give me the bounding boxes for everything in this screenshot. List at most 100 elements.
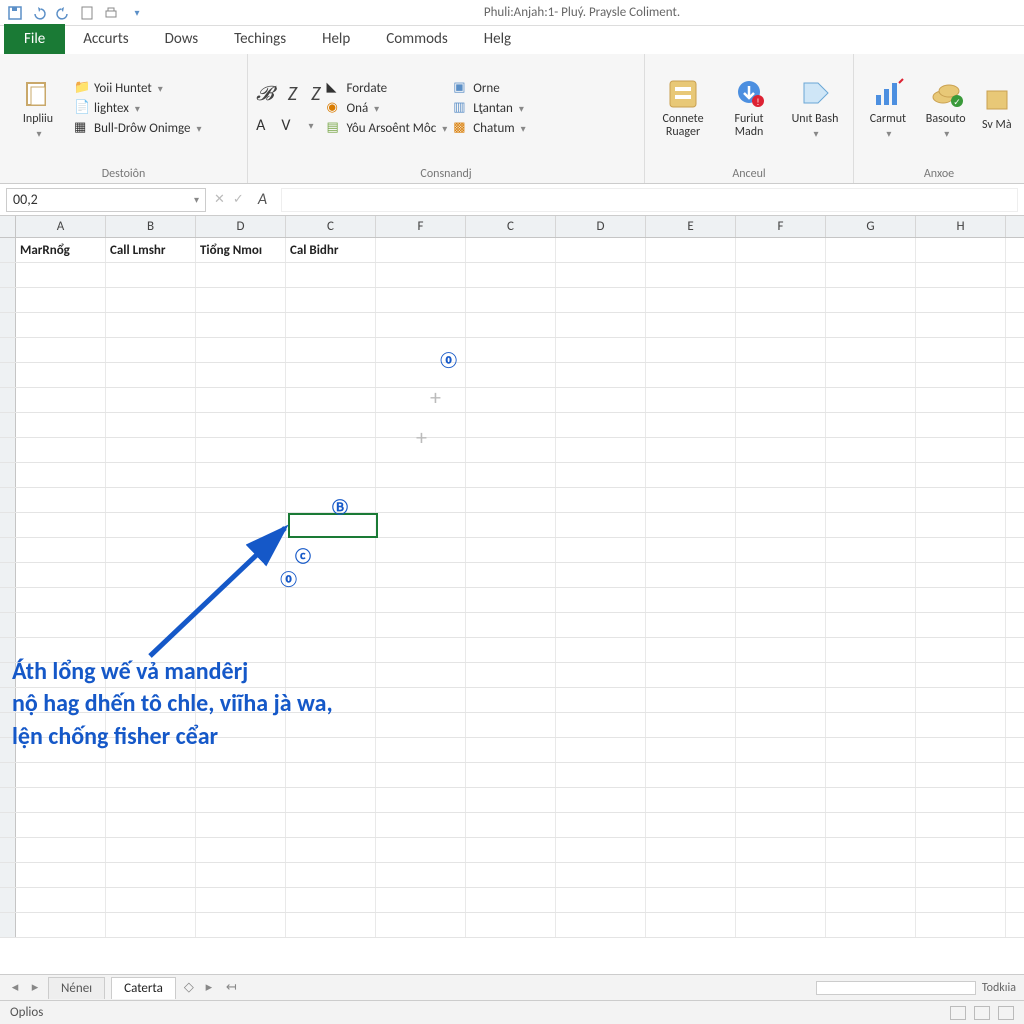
col-header[interactable]: D [556,216,646,237]
cell[interactable]: Cal Bidhr [286,238,376,262]
unitbash-button[interactable]: Unıt Bash ▾ [785,58,845,158]
view-normal-icon[interactable] [950,1006,966,1020]
cell[interactable] [916,363,1006,387]
row-header[interactable] [0,313,16,337]
cell[interactable] [736,363,826,387]
cell[interactable] [826,913,916,937]
col-header[interactable]: E [646,216,736,237]
cell[interactable] [376,838,466,862]
col-header[interactable]: A [16,216,106,237]
tab-techings[interactable]: Techings [216,24,304,54]
cell[interactable] [826,888,916,912]
tab-file[interactable]: File [4,24,65,54]
col-header[interactable]: H [916,216,1006,237]
inpliiu-button[interactable]: Inpliiu ▾ [8,58,68,158]
worksheet[interactable]: A B D C F C D E F G H MarRnổgCall LmshrT… [0,216,1024,976]
cell[interactable] [376,463,466,487]
cell[interactable] [916,588,1006,612]
cell[interactable] [376,513,466,537]
cell[interactable] [736,638,826,662]
tab-dows[interactable]: Dows [147,24,217,54]
cell[interactable] [466,438,556,462]
row-header[interactable] [0,763,16,787]
cell[interactable] [646,788,736,812]
cell[interactable] [106,313,196,337]
row-header[interactable] [0,613,16,637]
cell[interactable] [646,538,736,562]
cell[interactable] [826,288,916,312]
cell[interactable] [466,388,556,412]
cell[interactable] [466,238,556,262]
cell[interactable] [736,713,826,737]
cell[interactable] [376,863,466,887]
cell[interactable] [736,538,826,562]
cell[interactable] [376,588,466,612]
cell[interactable] [106,413,196,437]
cell[interactable] [916,513,1006,537]
fordate-button[interactable]: ◣Fordate [327,80,448,96]
cell[interactable] [916,888,1006,912]
font-btn-1[interactable]: 𝓑 [256,82,274,106]
cell[interactable] [916,288,1006,312]
cell[interactable] [286,838,376,862]
cell[interactable] [376,613,466,637]
font-btn-3[interactable]: Z [311,82,320,106]
new-sheet-icon[interactable]: ◇ [182,981,196,995]
cell[interactable] [916,438,1006,462]
col-header[interactable]: C [286,216,376,237]
cell[interactable] [106,263,196,287]
cell[interactable] [286,413,376,437]
cell[interactable] [556,388,646,412]
cell[interactable] [466,888,556,912]
cell[interactable] [466,288,556,312]
cell[interactable] [646,463,736,487]
row-header[interactable] [0,513,16,537]
row-header[interactable] [0,488,16,512]
cell[interactable] [466,338,556,362]
cell[interactable]: MarRnổg [16,238,106,262]
col-header[interactable]: D [196,216,286,237]
connete-button[interactable]: Connete Ruager [653,58,713,158]
view-layout-icon[interactable] [974,1006,990,1020]
cell[interactable] [826,563,916,587]
cell[interactable] [556,713,646,737]
cell[interactable] [736,513,826,537]
cell[interactable] [196,363,286,387]
cell[interactable] [376,288,466,312]
cell[interactable] [16,538,106,562]
cell[interactable]: Tiổng Nmoı [196,238,286,262]
cell[interactable] [196,263,286,287]
tab-nav-next[interactable]: ▸ [202,981,216,995]
cell[interactable] [646,488,736,512]
cell[interactable] [916,688,1006,712]
cell[interactable] [916,563,1006,587]
cell[interactable] [376,313,466,337]
cell[interactable] [16,613,106,637]
cell[interactable] [196,888,286,912]
cell[interactable] [106,438,196,462]
row-header[interactable] [0,438,16,462]
cell[interactable] [16,488,106,512]
cell[interactable] [736,663,826,687]
cell[interactable] [916,838,1006,862]
cell[interactable] [556,813,646,837]
cell[interactable] [826,663,916,687]
cell[interactable] [16,863,106,887]
cell[interactable] [16,888,106,912]
undo-icon[interactable] [30,4,48,22]
cell[interactable] [466,563,556,587]
cell[interactable] [106,813,196,837]
cell[interactable] [736,463,826,487]
orne-button[interactable]: ▣Orne [453,80,525,96]
cell[interactable] [106,763,196,787]
font-btn-a[interactable]: A [256,116,265,135]
cell[interactable] [646,688,736,712]
cell[interactable] [286,763,376,787]
cell[interactable] [736,338,826,362]
cell[interactable] [286,863,376,887]
cell[interactable] [376,663,466,687]
cell[interactable] [646,913,736,937]
cell[interactable] [286,463,376,487]
cell[interactable] [646,413,736,437]
cell[interactable] [646,863,736,887]
